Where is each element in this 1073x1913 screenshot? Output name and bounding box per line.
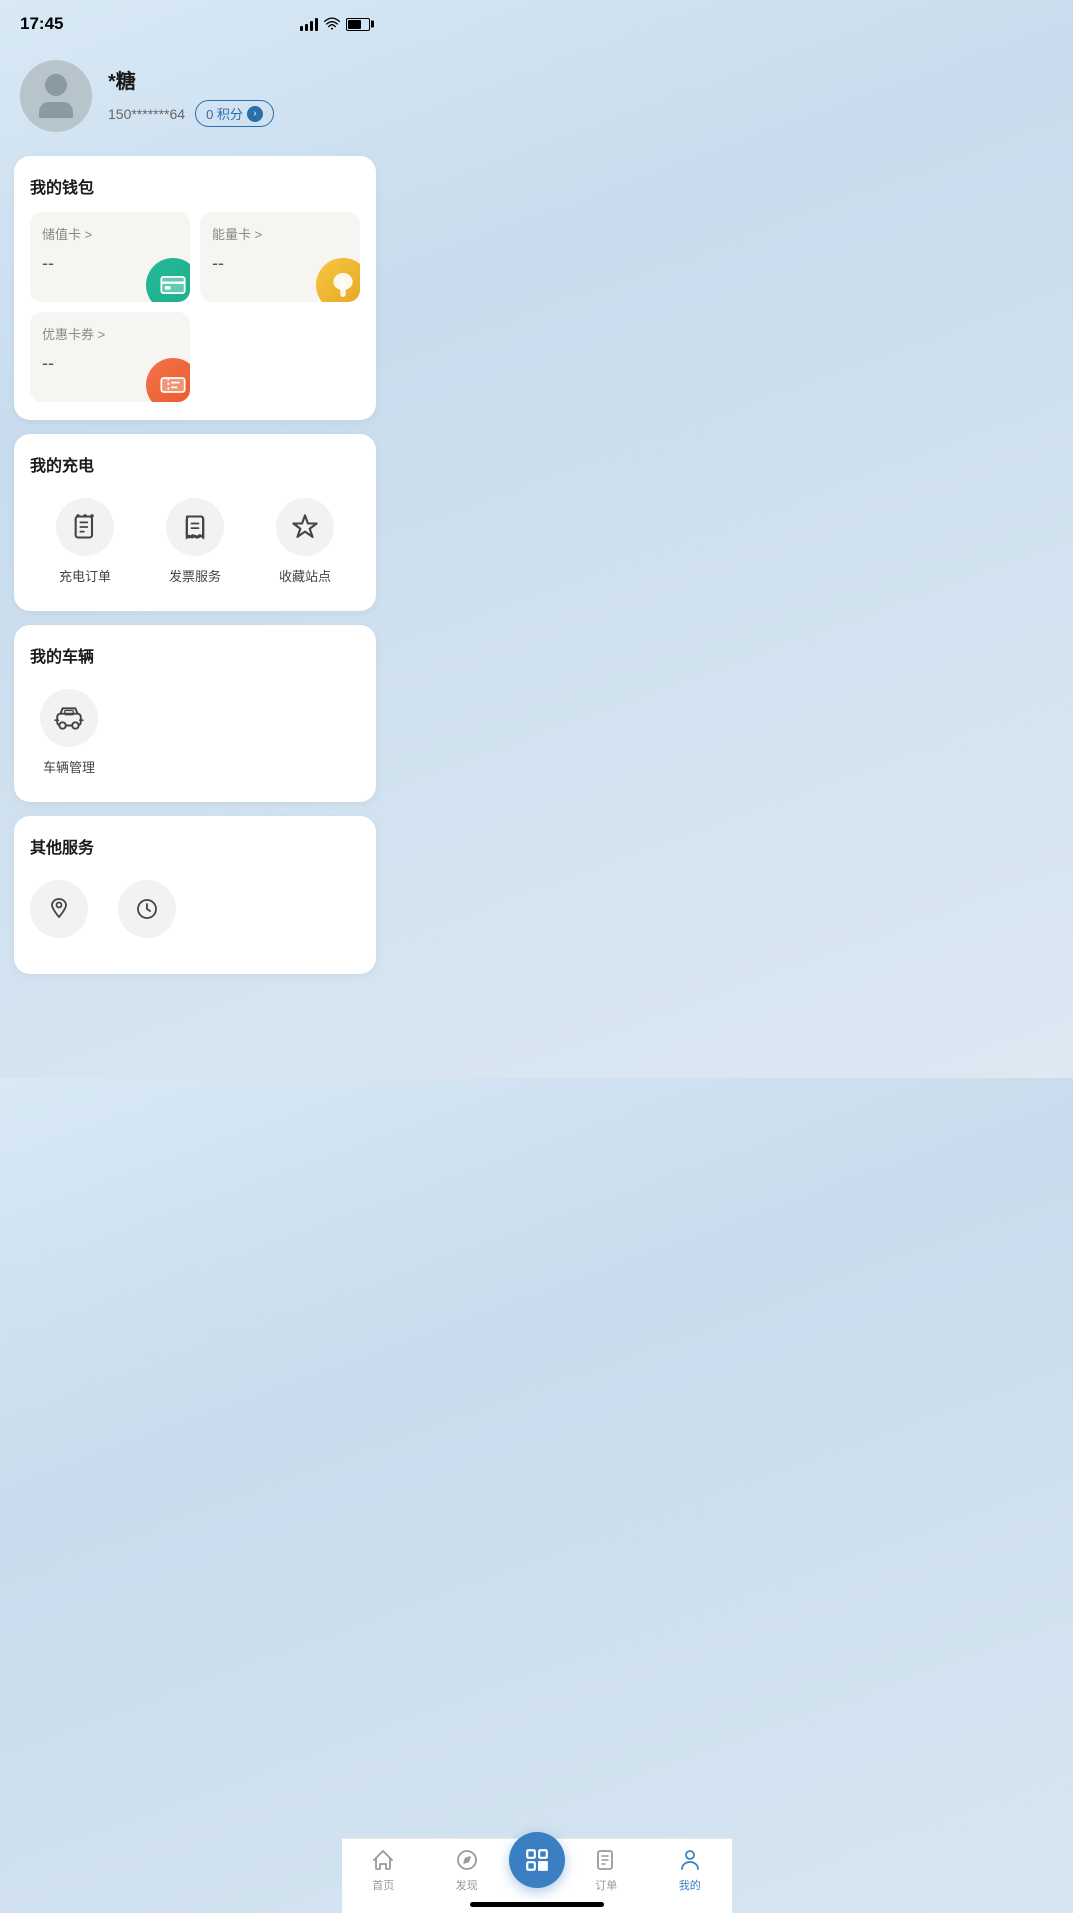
scan-button[interactable] — [509, 1832, 565, 1888]
profile-row: 150*******64 0 积分 › — [108, 100, 274, 127]
home-indicator — [470, 1902, 604, 1907]
profile-phone: 150*******64 — [108, 106, 185, 122]
other-services-card: 其他服务 — [14, 816, 376, 974]
favorite-icon-circle — [276, 498, 334, 556]
tab-home-label: 首页 — [372, 1877, 394, 1893]
car-icon-circle — [40, 689, 98, 747]
tab-scan[interactable] — [509, 1852, 565, 1888]
charging-items: 充电订单 发票服务 收藏站点 — [30, 490, 360, 593]
invoice-icon-circle — [166, 498, 224, 556]
wallet-card: 我的钱包 储值卡 > -- 能量卡 > -- — [14, 156, 376, 420]
car-icon — [54, 703, 84, 733]
other-service-item-2[interactable] — [118, 880, 176, 948]
home-icon — [370, 1847, 396, 1873]
favorite-station-label: 收藏站点 — [279, 566, 331, 585]
tab-profile-label: 我的 — [679, 1877, 701, 1893]
vehicle-card: 我的车辆 车辆管理 — [14, 625, 376, 802]
invoice-item[interactable]: 发票服务 — [166, 498, 224, 585]
invoice-icon — [181, 513, 209, 541]
profile-name: *糖 — [108, 65, 274, 94]
charging-card: 我的充电 充电订单 — [14, 434, 376, 611]
wallet-title: 我的钱包 — [30, 174, 360, 198]
scan-icon — [524, 1847, 550, 1873]
tab-discover[interactable]: 发现 — [425, 1847, 509, 1893]
energy-card[interactable]: 能量卡 > -- — [200, 212, 360, 302]
wifi-icon — [324, 17, 340, 31]
battery-icon — [346, 18, 370, 31]
invoice-label: 发票服务 — [169, 566, 221, 585]
points-label: 0 积分 — [206, 104, 243, 123]
status-icons — [300, 17, 370, 31]
vehicle-manage-label: 车辆管理 — [43, 757, 95, 776]
wallet-grid: 储值卡 > -- 能量卡 > -- 优惠卡券 > — [30, 212, 360, 402]
tab-orders[interactable]: 订单 — [565, 1847, 649, 1893]
avatar[interactable] — [20, 60, 92, 132]
other-service-items — [30, 872, 360, 956]
status-bar: 17:45 — [0, 0, 390, 44]
charging-order-label: 充电订单 — [59, 566, 111, 585]
favorite-station-item[interactable]: 收藏站点 — [276, 498, 334, 585]
tab-orders-label: 订单 — [595, 1877, 617, 1893]
other-icon-2 — [118, 880, 176, 938]
order-icon — [71, 513, 99, 541]
points-badge[interactable]: 0 积分 › — [195, 100, 274, 127]
stored-value-label: 储值卡 > — [42, 224, 178, 243]
favorite-icon — [291, 513, 319, 541]
vehicle-items: 车辆管理 — [30, 681, 360, 784]
coupon-card[interactable]: 优惠卡券 > -- — [30, 312, 190, 402]
points-arrow-icon: › — [247, 106, 263, 122]
profile-icon — [677, 1847, 703, 1873]
tab-home[interactable]: 首页 — [342, 1847, 426, 1893]
charging-title: 我的充电 — [30, 452, 360, 476]
profile-info: *糖 150*******64 0 积分 › — [108, 65, 274, 127]
stored-value-card[interactable]: 储值卡 > -- — [30, 212, 190, 302]
charging-order-item[interactable]: 充电订单 — [56, 498, 114, 585]
energy-label: 能量卡 > — [212, 224, 348, 243]
vehicle-manage-item[interactable]: 车辆管理 — [40, 689, 98, 776]
coupon-label: 优惠卡券 > — [42, 324, 178, 343]
tab-discover-label: 发现 — [456, 1877, 478, 1893]
profile-section: *糖 150*******64 0 积分 › — [0, 44, 390, 156]
vehicle-title: 我的车辆 — [30, 643, 360, 667]
other-service-item-1[interactable] — [30, 880, 88, 948]
orders-icon — [593, 1847, 619, 1873]
status-time: 17:45 — [20, 14, 63, 34]
tab-profile[interactable]: 我的 — [648, 1847, 732, 1893]
signal-icon — [300, 17, 318, 31]
other-services-title: 其他服务 — [30, 834, 360, 858]
discover-icon — [454, 1847, 480, 1873]
other-icon-1 — [30, 880, 88, 938]
order-icon-circle — [56, 498, 114, 556]
